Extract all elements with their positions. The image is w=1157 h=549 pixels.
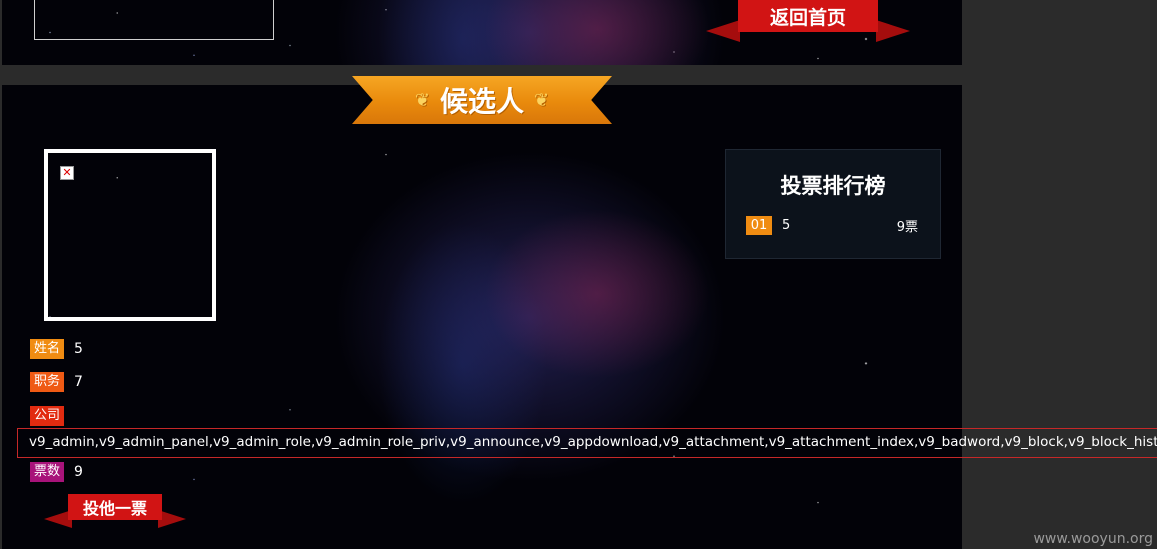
watermark: www.wooyun.org (1033, 531, 1153, 547)
position-tag: 职务 (30, 372, 65, 392)
votes-tag: 票数 (30, 462, 65, 482)
vote-button[interactable]: 投他一票 (44, 494, 186, 528)
name-value: 5 (74, 341, 83, 357)
section-title-banner: ❦ 候选人 ❦ (352, 76, 612, 124)
ribbon-tail-right (876, 20, 910, 42)
ribbon-tail-right (158, 510, 186, 528)
top-image-frame (34, 0, 274, 40)
company-field: 公司 (30, 406, 74, 426)
broken-image-icon: ✕ (60, 166, 74, 180)
name-field: 姓名 5 (30, 339, 83, 359)
ribbon-tail-left (706, 20, 740, 42)
home-button-label[interactable]: 返回首页 (738, 0, 878, 32)
top-panel: 返回首页 (2, 0, 962, 65)
ranking-number: 01 (746, 215, 772, 235)
vote-ranking-panel: 投票排行榜 01 5 9票 (725, 149, 941, 259)
scroll-ornament-icon: ❦ (414, 89, 430, 111)
company-value: v9_admin,v9_admin_panel,v9_admin_role,v9… (17, 428, 1157, 458)
vote-button-label[interactable]: 投他一票 (68, 494, 162, 520)
ranking-votes: 9票 (896, 219, 918, 235)
ranking-name[interactable]: 5 (782, 218, 897, 233)
section-title: 候选人 (439, 85, 524, 118)
votes-value: 9 (74, 464, 83, 480)
home-button[interactable]: 返回首页 (706, 0, 910, 42)
candidate-photo: ✕ (44, 149, 216, 321)
company-tag: 公司 (30, 406, 65, 426)
votes-field: 票数 9 (30, 462, 83, 482)
ranking-title: 投票排行榜 (780, 174, 886, 198)
ranking-row[interactable]: 01 5 9票 (746, 215, 918, 235)
name-tag: 姓名 (30, 339, 65, 359)
position-field: 职务 7 (30, 372, 83, 392)
position-value: 7 (74, 374, 83, 390)
scroll-ornament-icon: ❦ (534, 89, 550, 111)
